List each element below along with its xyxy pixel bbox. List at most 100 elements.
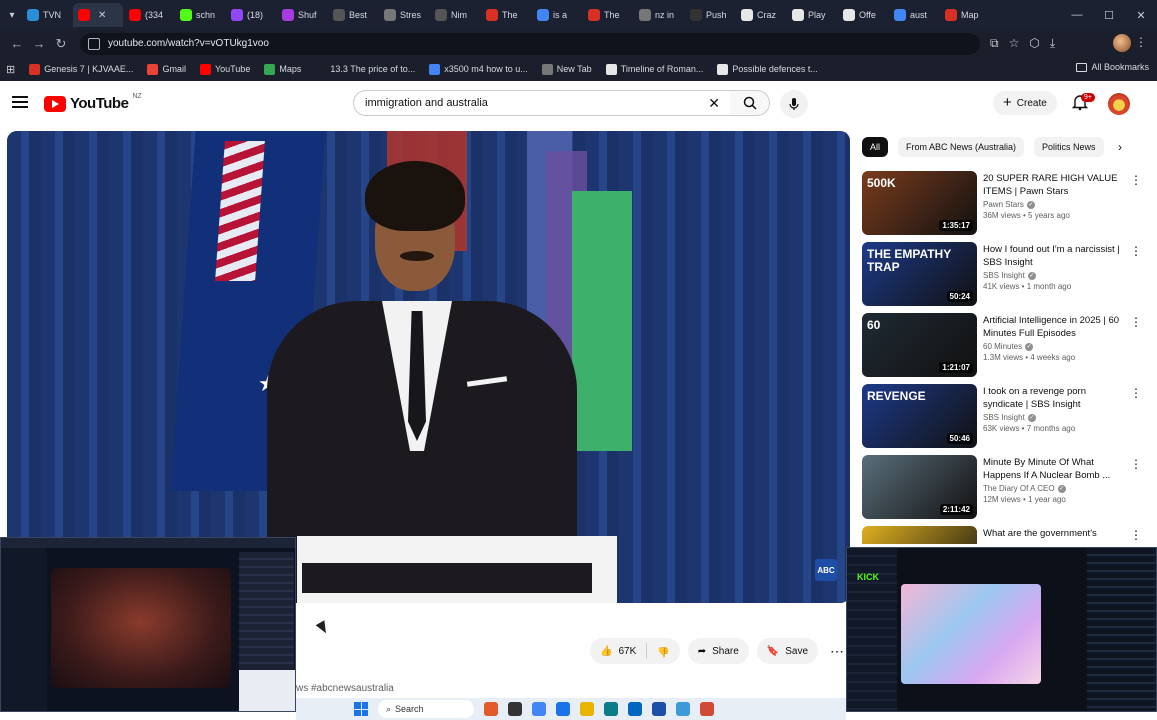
- video-thumbnail[interactable]: 2:11:42: [862, 455, 977, 519]
- video-thumbnail[interactable]: 500K 1:35:17: [862, 171, 977, 235]
- save-button[interactable]: 🔖 Save: [756, 638, 819, 664]
- browser-tab[interactable]: schn: [175, 3, 225, 27]
- bookmark-item[interactable]: YouTube: [199, 63, 250, 75]
- browser-tab[interactable]: Map: [940, 3, 990, 27]
- video-thumbnail[interactable]: 60 1:21:07: [862, 313, 977, 377]
- create-button[interactable]: + Create: [993, 91, 1057, 115]
- like-button[interactable]: 👍 67K: [590, 646, 646, 657]
- maximize-icon[interactable]: ☐: [1093, 0, 1125, 30]
- browser-tab[interactable]: nz in: [634, 3, 684, 27]
- video-title[interactable]: What are the government's: [983, 527, 1123, 540]
- browser-tab[interactable]: (18): [226, 3, 276, 27]
- recommendation-item[interactable]: 60 1:21:07 Artificial Intelligence in 2025…: [862, 313, 1147, 379]
- browser-tab[interactable]: Offe: [838, 3, 888, 27]
- recommendation-item[interactable]: REVENGE 50:46 I took on a revenge porn syn…: [862, 384, 1147, 450]
- browser-tab[interactable]: Nim: [430, 3, 480, 27]
- forward-icon[interactable]: →: [28, 33, 50, 55]
- dislike-button[interactable]: 👍: [647, 646, 679, 657]
- profile-avatar[interactable]: [1113, 34, 1131, 52]
- browser-tab[interactable]: Shuf: [277, 3, 327, 27]
- account-avatar[interactable]: [1108, 93, 1130, 115]
- video-thumbnail[interactable]: THE EMPATHY TRAP 50:24: [862, 242, 977, 306]
- bookmark-item[interactable]: Maps: [264, 63, 301, 75]
- windows-start-icon[interactable]: [354, 702, 368, 716]
- browser-tab[interactable]: The: [481, 3, 531, 27]
- browser-tab[interactable]: The: [583, 3, 633, 27]
- search-button[interactable]: [730, 90, 770, 116]
- taskbar-app-icon[interactable]: [580, 702, 594, 716]
- browser-tab[interactable]: aust: [889, 3, 939, 27]
- more-options-icon[interactable]: ⋮: [1130, 244, 1142, 258]
- recommendation-item[interactable]: THE EMPATHY TRAP 50:24 How I found out I'm…: [862, 242, 1147, 308]
- install-app-icon[interactable]: ⧉: [990, 36, 999, 51]
- filter-chip[interactable]: From ABC News (Australia): [898, 137, 1025, 157]
- browser-tab[interactable]: Stres: [379, 3, 429, 27]
- more-actions-icon[interactable]: ⋯: [826, 643, 848, 660]
- bookmark-item[interactable]: Timeline of Roman...: [605, 63, 703, 75]
- video-title[interactable]: Minute By Minute Of What Happens If A Nu…: [983, 456, 1123, 482]
- recommendation-item[interactable]: What are the government's ⋮: [862, 526, 1147, 544]
- video-hashtags[interactable]: ws #abcnewsaustralia: [296, 683, 394, 694]
- channel-name[interactable]: SBS Insight: [983, 271, 1025, 280]
- taskbar-app-icon[interactable]: [508, 702, 522, 716]
- taskbar-app-icon[interactable]: [604, 702, 618, 716]
- browser-tab[interactable]: Play: [787, 3, 837, 27]
- url-bar[interactable]: youtube.com/watch?v=vOTUkg1voo: [80, 32, 980, 55]
- overlay-window-right[interactable]: KICK: [846, 547, 1157, 712]
- channel-name[interactable]: SBS Insight: [983, 413, 1025, 422]
- minimize-icon[interactable]: —: [1061, 0, 1093, 30]
- browser-menu-icon[interactable]: ⋮: [1135, 35, 1147, 49]
- bookmark-item[interactable]: Possible defences t...: [717, 63, 818, 75]
- channel-name[interactable]: 60 Minutes: [983, 342, 1022, 351]
- chevron-right-icon[interactable]: ›: [1118, 140, 1122, 154]
- apps-grid-icon[interactable]: ⊞: [6, 63, 15, 76]
- more-options-icon[interactable]: ⋮: [1130, 386, 1142, 400]
- browser-tab[interactable]: is a: [532, 3, 582, 27]
- search-input[interactable]: [365, 97, 695, 109]
- taskbar-app-icon[interactable]: [532, 702, 546, 716]
- tab-close-icon[interactable]: ✕: [98, 10, 106, 21]
- youtube-logo[interactable]: YouTube NZ: [44, 93, 142, 112]
- taskbar-app-icon[interactable]: [700, 702, 714, 716]
- downloads-icon[interactable]: ⤓: [1050, 36, 1055, 51]
- taskbar-app-icon[interactable]: [676, 702, 690, 716]
- filter-chip[interactable]: Politics News: [1034, 137, 1104, 157]
- channel-name[interactable]: The Diary Of A CEO: [983, 484, 1055, 493]
- tab-search-icon[interactable]: ▾: [2, 5, 22, 25]
- voice-search-button[interactable]: [780, 90, 808, 118]
- video-title[interactable]: 20 SUPER RARE HIGH VALUE ITEMS | Pawn St…: [983, 172, 1123, 198]
- search-box[interactable]: ✕: [353, 90, 731, 116]
- taskbar-app-icon[interactable]: [556, 702, 570, 716]
- overlay-window-left[interactable]: [0, 537, 296, 712]
- taskbar-app-icon[interactable]: [652, 702, 666, 716]
- share-button[interactable]: ➦ Share: [687, 638, 749, 664]
- browser-tab[interactable]: (334: [124, 3, 174, 27]
- clear-search-icon[interactable]: ✕: [708, 95, 720, 112]
- close-window-icon[interactable]: ✕: [1125, 0, 1157, 30]
- bookmark-item[interactable]: x3500 m4 how to u...: [429, 63, 528, 75]
- video-title[interactable]: How I found out I'm a narcissist | SBS I…: [983, 243, 1123, 269]
- bookmark-star-icon[interactable]: ☆: [1009, 36, 1020, 51]
- video-thumbnail[interactable]: REVENGE 50:46: [862, 384, 977, 448]
- browser-tab[interactable]: Push: [685, 3, 735, 27]
- more-options-icon[interactable]: ⋮: [1130, 457, 1142, 471]
- reload-icon[interactable]: ↻: [50, 33, 72, 55]
- browser-tab[interactable]: Craz: [736, 3, 786, 27]
- recommendation-item[interactable]: 2:11:42 Minute By Minute Of What Happens …: [862, 455, 1147, 521]
- taskbar-app-icon[interactable]: [484, 702, 498, 716]
- back-icon[interactable]: ←: [6, 33, 28, 55]
- bookmark-item[interactable]: Gmail: [147, 63, 186, 75]
- video-thumbnail[interactable]: [862, 526, 977, 544]
- all-bookmarks[interactable]: All Bookmarks: [1076, 62, 1149, 72]
- video-title[interactable]: I took on a revenge porn syndicate | SBS…: [983, 385, 1123, 411]
- bookmark-item[interactable]: Genesis 7 | KJVAAE...: [29, 63, 133, 75]
- filter-chip[interactable]: All: [862, 137, 889, 157]
- more-options-icon[interactable]: ⋮: [1130, 528, 1142, 542]
- recommendation-item[interactable]: 500K 1:35:17 20 SUPER RARE HIGH VALUE ITEM…: [862, 171, 1147, 237]
- url-text[interactable]: youtube.com/watch?v=vOTUkg1voo: [108, 38, 269, 49]
- video-player[interactable]: ★ ABC: [7, 131, 850, 603]
- taskbar-search[interactable]: ⌕ Search: [378, 700, 474, 718]
- browser-tab[interactable]: Best: [328, 3, 378, 27]
- video-title[interactable]: Artificial Intelligence in 2025 | 60 Min…: [983, 314, 1123, 340]
- menu-icon[interactable]: [12, 96, 28, 108]
